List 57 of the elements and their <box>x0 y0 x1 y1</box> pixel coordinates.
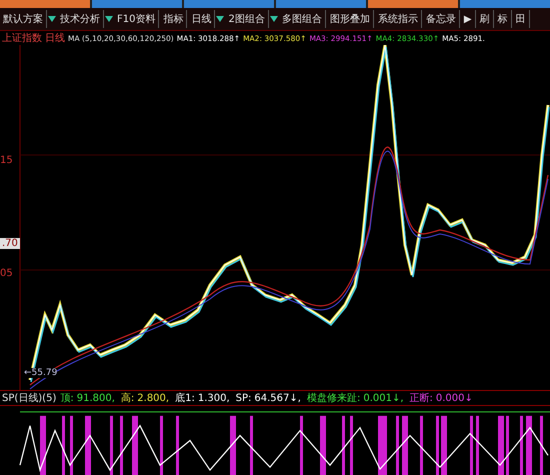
window-tab[interactable] <box>276 0 366 8</box>
indicator-label: 顶: <box>60 392 74 405</box>
indicator-value: 64.567↓, <box>254 392 301 404</box>
indicator-bar <box>40 416 46 475</box>
indicator-bar <box>540 416 543 475</box>
toolbar-button[interactable]: ▶ <box>460 10 476 28</box>
indicator-bar <box>176 416 179 475</box>
indicator-label: 底1: <box>175 392 195 405</box>
indicator-bar <box>498 416 504 475</box>
indicator-label: 模盘修来趾: <box>306 392 360 405</box>
indicator-bar <box>436 416 439 475</box>
indicator-value: 1.300, <box>198 392 230 404</box>
indicator-bar <box>441 416 447 475</box>
low-price-marker: ←55.79 <box>24 368 58 378</box>
indicator-bar <box>396 416 399 475</box>
toolbar-button[interactable]: 刷 <box>476 10 494 28</box>
window-tab[interactable] <box>92 0 182 8</box>
indicator-bar <box>120 416 123 475</box>
window-tab[interactable] <box>184 0 274 8</box>
indicator-bar <box>470 416 473 475</box>
indicator-bar <box>526 416 532 475</box>
indicator-bar <box>342 416 345 475</box>
index-name: 上证指数 <box>2 32 42 45</box>
indicator-bar <box>520 416 523 475</box>
indicator-bar <box>132 416 138 475</box>
indicator-bar <box>160 416 163 475</box>
price-axis-label: .70 <box>0 238 20 249</box>
indicator-bar <box>350 416 353 475</box>
indicator-bar <box>70 416 73 475</box>
indicator-bar <box>402 416 408 475</box>
indicator-value: 0.001↓, <box>363 392 404 404</box>
indicator-bar <box>250 416 253 475</box>
price-axis-label: 05 <box>0 268 13 279</box>
indicator-bar <box>300 416 303 475</box>
indicator-bar <box>476 416 479 475</box>
indicator-bar <box>230 416 236 475</box>
toolbar-button[interactable]: 默认方案 <box>0 10 47 28</box>
toolbar-button[interactable]: 标 <box>494 10 512 28</box>
indicator-label: 正断: <box>410 392 433 405</box>
indicator-bar <box>110 416 113 475</box>
period-label: 日线 <box>45 32 65 45</box>
indicator-value: 0.000↓ <box>436 392 473 404</box>
indicator-label: SP: <box>236 392 252 404</box>
indicator-bar <box>85 416 91 475</box>
window-tab[interactable] <box>460 0 550 8</box>
toolbar-button[interactable]: 技术分析 <box>57 10 104 28</box>
indicator-bar <box>62 416 65 475</box>
indicator-bar <box>420 416 423 475</box>
window-tab[interactable] <box>368 0 458 8</box>
indicator-bar <box>506 416 509 475</box>
indicator-name: SP(日线)(5) <box>2 392 56 405</box>
indicator-value: 2.800, <box>137 392 170 404</box>
indicator-value: 91.800, <box>76 392 115 404</box>
indicator-bar <box>320 416 326 475</box>
window-tab[interactable] <box>0 0 90 8</box>
indicator-label: 高: <box>120 392 134 405</box>
price-axis-label: 15 <box>0 155 13 166</box>
